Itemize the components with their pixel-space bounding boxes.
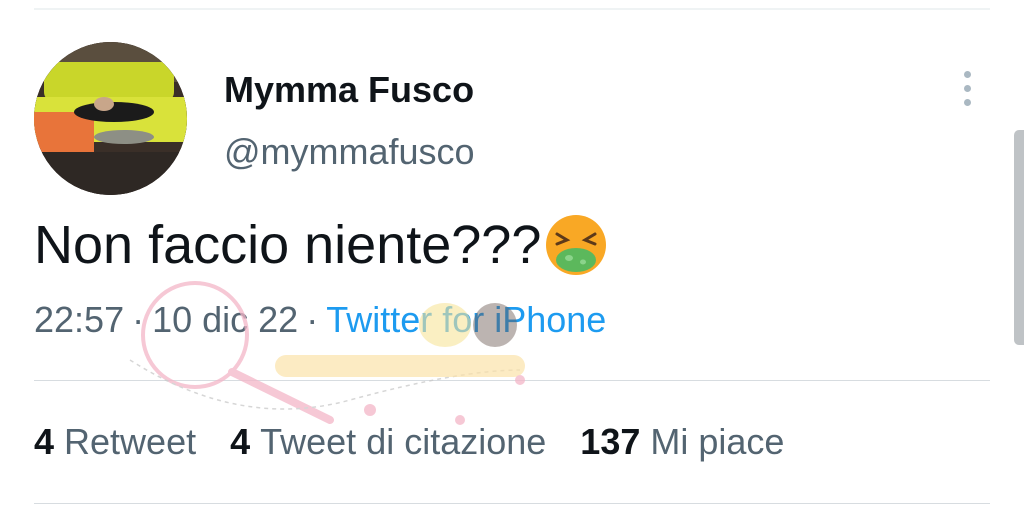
scrollbar[interactable] bbox=[1014, 130, 1024, 345]
like-count[interactable]: 137 Mi piace bbox=[580, 420, 784, 464]
avatar-photo bbox=[34, 42, 187, 195]
avatar[interactable] bbox=[34, 42, 187, 195]
nauseated-face-emoji-icon bbox=[543, 212, 609, 278]
quote-tweet-count[interactable]: 4 Tweet di citazione bbox=[230, 420, 546, 464]
tweet-meta: 22:57 · 10 dic 22 · Twitter for iPhone bbox=[34, 298, 606, 342]
tweet-date[interactable]: 10 dic 22 bbox=[152, 299, 298, 340]
engagement-stats: 4 Retweet 4 Tweet di citazione 137 Mi pi… bbox=[34, 420, 818, 464]
top-divider bbox=[34, 8, 990, 10]
divider bbox=[34, 503, 990, 504]
tweet-time[interactable]: 22:57 bbox=[34, 299, 124, 340]
more-dot-icon bbox=[963, 98, 971, 106]
user-handle[interactable]: @mymmafusco bbox=[224, 132, 475, 172]
separator: · bbox=[306, 299, 319, 340]
more-dot-icon bbox=[963, 70, 971, 78]
more-dot-icon bbox=[963, 84, 971, 92]
tweet-source-link[interactable]: Twitter for iPhone bbox=[326, 299, 606, 340]
tweet-body: Non faccio niente??? bbox=[34, 212, 609, 278]
retweet-count[interactable]: 4 Retweet bbox=[34, 420, 196, 464]
separator: · bbox=[132, 299, 145, 340]
display-name[interactable]: Mymma Fusco bbox=[224, 70, 474, 110]
tweet-text: Non faccio niente??? bbox=[34, 215, 542, 275]
divider bbox=[34, 380, 990, 381]
more-options-button[interactable] bbox=[952, 66, 982, 110]
